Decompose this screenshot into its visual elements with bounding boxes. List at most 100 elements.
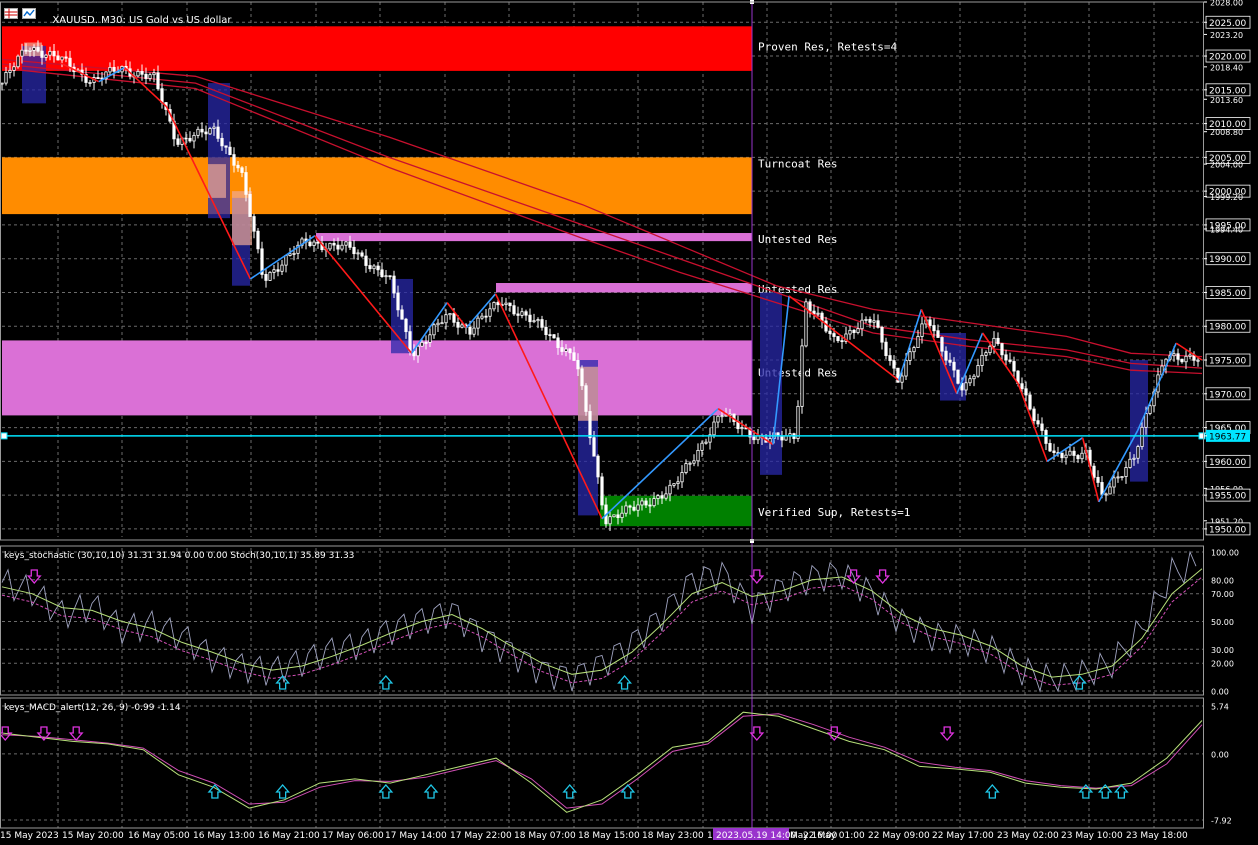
candle-body bbox=[236, 164, 240, 169]
candle-body bbox=[516, 313, 520, 316]
candle-body bbox=[24, 49, 28, 52]
candle-body bbox=[392, 275, 396, 294]
candle-body bbox=[672, 483, 676, 486]
candle-body bbox=[496, 302, 500, 306]
zigzag-segment bbox=[981, 332, 1019, 385]
stoch-axis-label: 70.00 bbox=[1211, 590, 1234, 599]
candle-body bbox=[560, 347, 564, 352]
candle-body bbox=[376, 265, 380, 271]
stoch-title: keys_stochastic (30,10,10) 31.31 31.94 0… bbox=[4, 551, 354, 561]
candle-body bbox=[572, 352, 576, 361]
candle-body bbox=[16, 55, 20, 68]
price-axis-label: 1985.00 bbox=[1209, 289, 1246, 299]
candle-body bbox=[552, 334, 556, 339]
candle-body bbox=[676, 481, 680, 485]
candle-body bbox=[372, 265, 376, 270]
candle-body bbox=[616, 514, 620, 519]
candle-body bbox=[1040, 423, 1044, 431]
candle-body bbox=[212, 126, 216, 129]
candle-body bbox=[1072, 450, 1076, 456]
candle-body bbox=[440, 322, 444, 325]
candle-body bbox=[336, 244, 340, 250]
candle-body bbox=[484, 315, 488, 318]
panel-border bbox=[0, 697, 1204, 829]
time-axis-label: 16 May 21:00 bbox=[258, 831, 320, 841]
down-arrow-icon bbox=[26, 569, 42, 584]
candle-body bbox=[752, 436, 756, 441]
candle-body bbox=[668, 484, 672, 495]
price-axis-label: 2004.00 bbox=[1210, 161, 1243, 170]
candle-body bbox=[988, 345, 992, 354]
candle-body bbox=[1100, 482, 1104, 495]
candle-body bbox=[1148, 405, 1152, 414]
candle-body bbox=[52, 50, 56, 57]
candle-body bbox=[192, 134, 196, 142]
price-axis-label: 1955.00 bbox=[1209, 492, 1246, 502]
up-arrow-icon bbox=[378, 784, 394, 799]
candle-body bbox=[0, 82, 4, 85]
candle-body bbox=[1032, 408, 1036, 422]
macd-axis-label: 0.00 bbox=[1211, 750, 1229, 759]
candle-body bbox=[1092, 465, 1096, 478]
candle-body bbox=[36, 47, 40, 52]
zone-rect bbox=[2, 340, 752, 416]
candle-body bbox=[624, 505, 628, 514]
zone-rect bbox=[316, 233, 752, 242]
candle-body bbox=[352, 246, 356, 255]
candle-body bbox=[1024, 388, 1028, 396]
candle-body bbox=[724, 414, 728, 417]
candle-body bbox=[828, 330, 832, 334]
zone-label: Turncoat Res bbox=[758, 157, 837, 170]
candle-body bbox=[652, 498, 656, 507]
candle-body bbox=[228, 146, 232, 156]
candle-body bbox=[140, 71, 144, 75]
time-axis-label: 17 May 14:00 bbox=[385, 831, 447, 841]
candle-body bbox=[432, 324, 436, 336]
candle-body bbox=[216, 126, 220, 139]
candle-body bbox=[608, 516, 612, 525]
time-axis-label: 22 May 17:00 bbox=[932, 831, 994, 841]
candle-body bbox=[524, 311, 528, 316]
macd-title: keys_MACD_alert(12, 26, 9) -0.99 -1.14 bbox=[4, 703, 181, 713]
candle-body bbox=[200, 128, 204, 133]
candle-body bbox=[936, 330, 940, 338]
zone-rect bbox=[2, 157, 752, 215]
price-axis-label: 2025.00 bbox=[1209, 19, 1246, 29]
chart-canvas[interactable]: Proven Res, Retests=4 Turncoat Res Unteste… bbox=[0, 0, 1258, 845]
candle-body bbox=[244, 172, 248, 195]
candle-body bbox=[404, 318, 408, 333]
time-axis-label: 15 May 20:00 bbox=[62, 831, 124, 841]
candle-body bbox=[1004, 354, 1008, 361]
candle-body bbox=[1104, 493, 1108, 496]
price-axis-label: 1960.00 bbox=[1209, 458, 1246, 468]
candle-body bbox=[964, 382, 968, 391]
candle-body bbox=[648, 504, 652, 507]
candle-body bbox=[144, 73, 148, 79]
up-arrow-icon bbox=[984, 784, 1000, 799]
up-arrow-icon bbox=[378, 675, 394, 690]
ma-line bbox=[1, 67, 1203, 375]
zigzag-segment bbox=[1081, 437, 1100, 503]
hline-handle-left bbox=[0, 432, 8, 440]
candle-body bbox=[684, 463, 688, 473]
zone-label: Verified Sup, Retests=1 bbox=[758, 506, 910, 519]
candle-body bbox=[1020, 383, 1024, 390]
candle-body bbox=[928, 319, 932, 326]
macd-axis-label: 5.74 bbox=[1211, 703, 1229, 712]
time-axis-label: 18 May 15:00 bbox=[578, 831, 640, 841]
candle-body bbox=[640, 500, 644, 506]
candle-body bbox=[944, 350, 948, 361]
stoch-axis-label: 0.00 bbox=[1211, 688, 1229, 697]
price-axis-label: 1990.00 bbox=[1209, 255, 1246, 265]
candle-body bbox=[712, 421, 716, 436]
candle-body bbox=[680, 472, 684, 483]
candle-body bbox=[112, 66, 116, 72]
candle-body bbox=[284, 255, 288, 266]
candle-body bbox=[1076, 455, 1080, 460]
stoch-axis-label: 80.00 bbox=[1211, 576, 1234, 585]
candle-body bbox=[480, 315, 484, 319]
candle-body bbox=[984, 352, 988, 356]
candle-body bbox=[340, 244, 344, 250]
candle-body bbox=[1068, 450, 1072, 456]
stoch-axis-label: 30.00 bbox=[1211, 646, 1234, 655]
